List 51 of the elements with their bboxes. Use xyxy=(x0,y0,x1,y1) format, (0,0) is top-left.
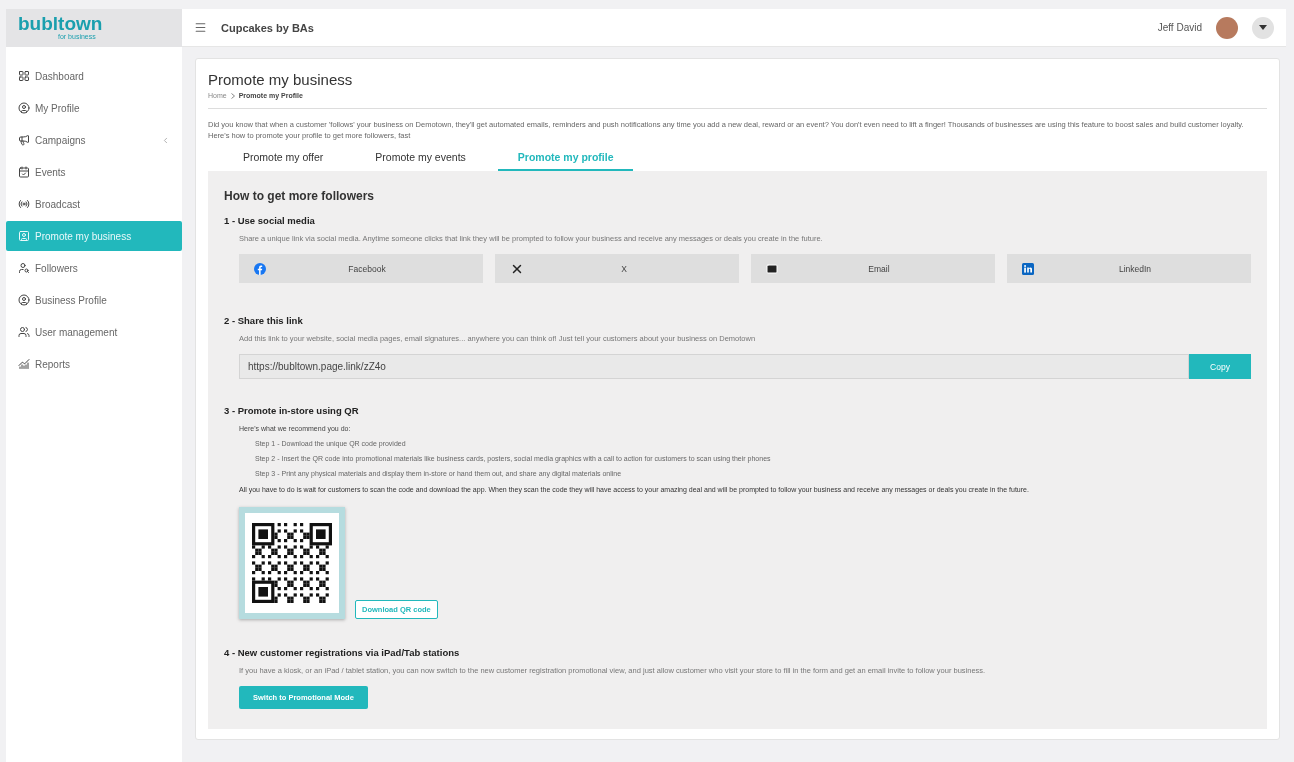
sidebar-item[interactable]: Business Profile xyxy=(6,285,182,315)
chart-icon xyxy=(18,358,30,370)
sidebar-item[interactable]: Campaigns xyxy=(6,125,182,155)
id-card-icon xyxy=(18,230,30,242)
menu-icon[interactable] xyxy=(194,21,207,34)
sidebar-item-label: Followers xyxy=(35,262,79,274)
calendar-icon xyxy=(18,166,30,178)
megaphone-icon xyxy=(18,134,30,146)
user-name: Jeff David xyxy=(1157,22,1202,33)
sidebar-item-label: Campaigns xyxy=(35,134,87,146)
section-heading: 3 - Promote in-store using QR xyxy=(224,405,360,416)
user-menu-button[interactable] xyxy=(1252,16,1274,39)
sidebar-item-label: Promote my business xyxy=(35,230,133,242)
section-heading: 4 - New customer registrations via iPad/Tab stations xyxy=(224,647,461,658)
sidebar-item-label: Broadcast xyxy=(35,198,82,210)
sidebar-item-label: User management xyxy=(35,326,119,338)
sidebar-item[interactable]: Reports xyxy=(6,349,182,379)
sidebar-item[interactable]: Broadcast xyxy=(6,189,182,219)
sidebar-item-label: Business Profile xyxy=(35,294,108,306)
linkedin-icon xyxy=(1022,262,1034,275)
user-circle-icon xyxy=(18,294,30,306)
facebook-icon xyxy=(254,262,266,275)
sidebar-item[interactable]: Followers xyxy=(6,253,182,283)
share-button[interactable]: Email xyxy=(751,254,995,283)
panel-title: How to get more followers xyxy=(224,189,375,203)
avatar[interactable] xyxy=(1216,16,1238,39)
page-title: Promote my business xyxy=(208,71,354,88)
caret-icon xyxy=(1259,25,1267,30)
sidebar-item-label: My Profile xyxy=(35,102,81,114)
section-heading: 2 - Share this link xyxy=(224,315,304,326)
share-button[interactable]: LinkedIn xyxy=(1007,254,1251,283)
sidebar-item[interactable]: My Profile xyxy=(6,93,182,123)
share-button[interactable]: Facebook xyxy=(239,254,483,283)
link-field[interactable]: https://bubltown.page.link/zZ4o xyxy=(239,354,1189,379)
user-search-icon xyxy=(18,262,30,274)
sidebar-item-label: Dashboard xyxy=(35,70,85,82)
sidebar-item[interactable]: Dashboard xyxy=(6,61,182,91)
user-circle-icon xyxy=(18,102,30,114)
broadcast-icon xyxy=(18,198,30,210)
section-heading: 1 - Use social media xyxy=(224,215,316,226)
chevron-right-icon xyxy=(230,92,235,99)
business-name: Cupcakes by BAs xyxy=(221,21,315,34)
users-icon xyxy=(18,326,30,338)
sidebar-item[interactable]: User management xyxy=(6,317,182,347)
sidebar-item-label: Reports xyxy=(35,358,71,370)
grid-icon xyxy=(18,70,30,82)
sidebar-item[interactable]: Events xyxy=(6,157,182,187)
sidebar-item-label: Events xyxy=(35,166,67,178)
tab[interactable]: Promote my events xyxy=(355,147,486,171)
share-button[interactable]: X xyxy=(495,254,739,283)
tab[interactable]: Promote my offer xyxy=(223,147,344,171)
